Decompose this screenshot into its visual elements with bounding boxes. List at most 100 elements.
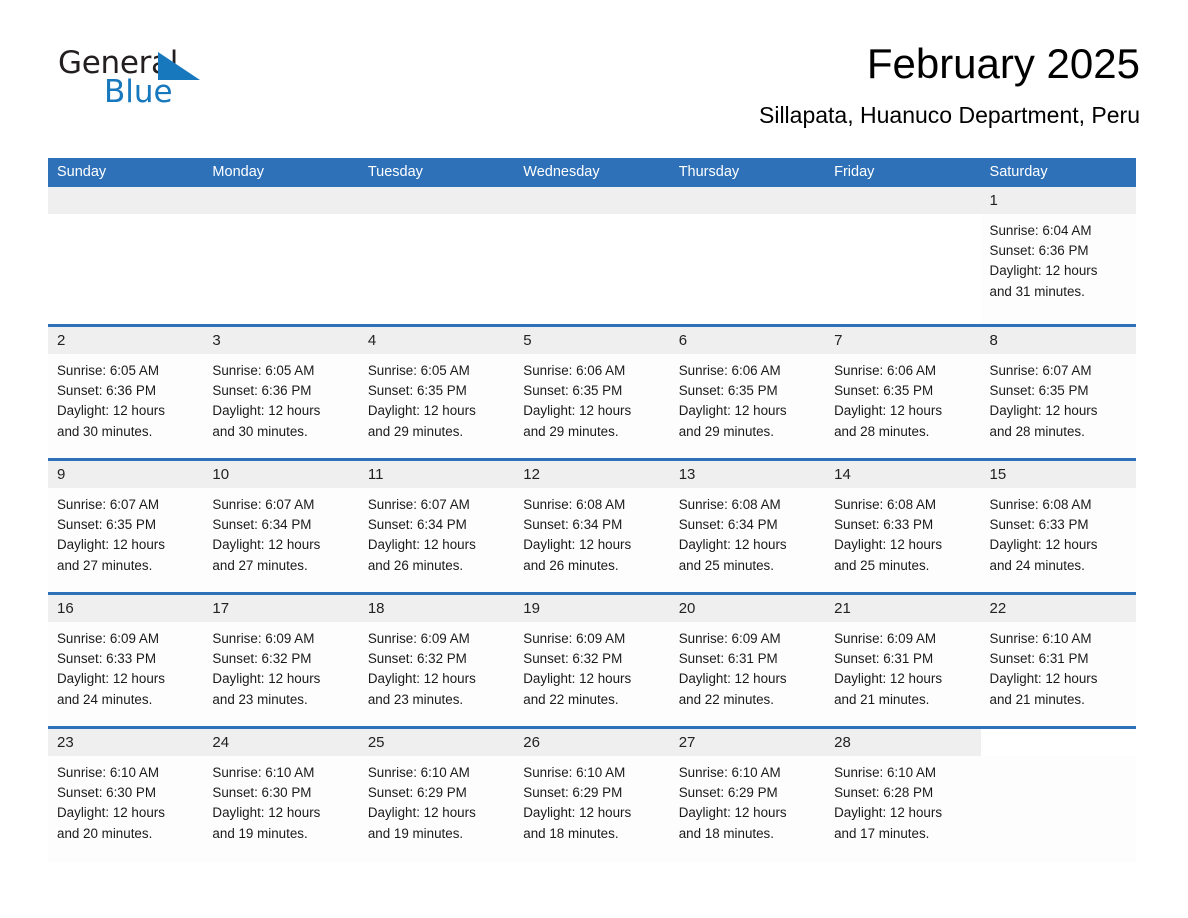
weekday-header-thursday: Thursday — [678, 164, 740, 180]
day-number: 11 — [367, 466, 384, 483]
daynum-band: 5 — [514, 327, 670, 354]
daylight-text-line2: and 17 minutes. — [834, 825, 930, 841]
day-number: 18 — [367, 600, 385, 617]
daylight-text-line2: and 25 minutes. — [834, 557, 930, 573]
day-cell-14[interactable]: 14 Sunrise: 6:08 AM Sunset: 6:33 PM Dayl… — [825, 461, 981, 592]
day-cell-25[interactable]: 25 Sunrise: 6:10 AM Sunset: 6:29 PM Dayl… — [358, 729, 515, 863]
day-cell-9[interactable]: 9 Sunrise: 6:07 AM Sunset: 6:35 PM Dayli… — [48, 461, 204, 592]
day-cell-3[interactable]: 3 Sunrise: 6:05 AM Sunset: 6:36 PM Dayli… — [203, 327, 359, 458]
sunset-text: Sunset: 6:32 PM — [523, 651, 623, 667]
day-cell-1[interactable]: 1 Sunrise: 6:04 AM Sunset: 6:36 PM Dayli… — [980, 187, 1136, 324]
title-block: February 2025 Sillapata, Huanuco Departm… — [759, 0, 1140, 130]
daylight-text-line2: and 29 minutes. — [523, 423, 619, 439]
sunset-text: Sunset: 6:34 PM — [212, 517, 312, 533]
daylight-text-line1: Daylight: 12 hours — [678, 671, 787, 687]
sunset-text: Sunset: 6:31 PM — [678, 651, 778, 667]
daylight-text-line2: and 24 minutes. — [989, 557, 1085, 573]
sunset-text: Sunset: 6:34 PM — [523, 517, 623, 533]
day-cell-8[interactable]: 8 Sunrise: 6:07 AM Sunset: 6:35 PM Dayli… — [980, 327, 1136, 458]
day-cell-24[interactable]: 24 Sunrise: 6:10 AM Sunset: 6:30 PM Dayl… — [203, 729, 359, 863]
day-cell-23[interactable]: 23 Sunrise: 6:10 AM Sunset: 6:30 PM Dayl… — [48, 729, 204, 863]
day-info: Sunrise: 6:10 AM Sunset: 6:28 PM Dayligh… — [825, 756, 980, 844]
day-cell-empty — [203, 187, 359, 324]
daynum-band: 13 — [669, 461, 826, 488]
daynum-band: 11 — [358, 461, 515, 488]
day-cell-27[interactable]: 27 Sunrise: 6:10 AM Sunset: 6:29 PM Dayl… — [669, 729, 826, 863]
day-info: Sunrise: 6:08 AM Sunset: 6:33 PM Dayligh… — [825, 488, 980, 576]
sunset-text: Sunset: 6:36 PM — [212, 383, 312, 399]
day-cell-28[interactable]: 28 Sunrise: 6:10 AM Sunset: 6:28 PM Dayl… — [825, 729, 981, 863]
daynum-band — [48, 187, 204, 214]
day-info: Sunrise: 6:05 AM Sunset: 6:35 PM Dayligh… — [359, 354, 514, 442]
day-cell-13[interactable]: 13 Sunrise: 6:08 AM Sunset: 6:34 PM Dayl… — [669, 461, 826, 592]
daylight-text-line1: Daylight: 12 hours — [989, 263, 1098, 279]
day-number: 14 — [834, 466, 851, 483]
day-info: Sunrise: 6:08 AM Sunset: 6:33 PM Dayligh… — [981, 488, 1136, 576]
sunset-text: Sunset: 6:35 PM — [367, 383, 467, 399]
daylight-text-line2: and 21 minutes. — [989, 691, 1085, 707]
daylight-text-line1: Daylight: 12 hours — [57, 805, 165, 821]
sunrise-text: Sunrise: 6:08 AM — [834, 497, 937, 512]
sunrise-text: Sunrise: 6:07 AM — [367, 497, 470, 512]
day-cell-19[interactable]: 19 Sunrise: 6:09 AM Sunset: 6:32 PM Dayl… — [514, 595, 670, 726]
sunset-text: Sunset: 6:35 PM — [989, 383, 1089, 399]
day-number: 9 — [57, 466, 66, 483]
day-cell-5[interactable]: 5 Sunrise: 6:06 AM Sunset: 6:35 PM Dayli… — [514, 327, 670, 458]
day-cell-18[interactable]: 18 Sunrise: 6:09 AM Sunset: 6:32 PM Dayl… — [358, 595, 515, 726]
daylight-text-line1: Daylight: 12 hours — [367, 671, 476, 687]
sunset-text: Sunset: 6:30 PM — [57, 785, 156, 801]
sunset-text: Sunset: 6:31 PM — [989, 651, 1089, 667]
daynum-band: 7 — [825, 327, 981, 354]
day-cell-2[interactable]: 2 Sunrise: 6:05 AM Sunset: 6:36 PM Dayli… — [48, 327, 204, 458]
day-cell-21[interactable]: 21 Sunrise: 6:09 AM Sunset: 6:31 PM Dayl… — [825, 595, 981, 726]
daynum-band — [980, 729, 1136, 756]
day-info: Sunrise: 6:09 AM Sunset: 6:32 PM Dayligh… — [203, 622, 358, 710]
daylight-text-line1: Daylight: 12 hours — [678, 403, 787, 419]
week-row: 23 Sunrise: 6:10 AM Sunset: 6:30 PM Dayl… — [48, 726, 1136, 863]
day-info: Sunrise: 6:08 AM Sunset: 6:34 PM Dayligh… — [514, 488, 669, 576]
day-number: 16 — [57, 600, 74, 617]
sunrise-text: Sunrise: 6:05 AM — [57, 363, 159, 378]
day-number: 6 — [678, 332, 688, 349]
day-cell-26[interactable]: 26 Sunrise: 6:10 AM Sunset: 6:29 PM Dayl… — [514, 729, 670, 863]
daynum-band: 12 — [514, 461, 670, 488]
daylight-text-line1: Daylight: 12 hours — [57, 537, 165, 553]
daylight-text-line2: and 23 minutes. — [212, 691, 308, 707]
day-info: Sunrise: 6:09 AM Sunset: 6:31 PM Dayligh… — [825, 622, 980, 710]
day-cell-20[interactable]: 20 Sunrise: 6:09 AM Sunset: 6:31 PM Dayl… — [669, 595, 826, 726]
day-cell-empty — [48, 187, 204, 324]
day-number: 22 — [989, 600, 1007, 617]
daynum-band: 17 — [203, 595, 359, 622]
day-cell-17[interactable]: 17 Sunrise: 6:09 AM Sunset: 6:32 PM Dayl… — [203, 595, 359, 726]
daylight-text-line1: Daylight: 12 hours — [834, 537, 943, 553]
day-cell-6[interactable]: 6 Sunrise: 6:06 AM Sunset: 6:35 PM Dayli… — [669, 327, 826, 458]
daylight-text-line2: and 29 minutes. — [678, 423, 774, 439]
day-number: 28 — [834, 734, 851, 751]
daylight-text-line2: and 23 minutes. — [367, 691, 464, 707]
day-number: 21 — [834, 600, 851, 617]
day-cell-11[interactable]: 11 Sunrise: 6:07 AM Sunset: 6:34 PM Dayl… — [358, 461, 515, 592]
daynum-band — [825, 187, 981, 214]
day-cell-10[interactable]: 10 Sunrise: 6:07 AM Sunset: 6:34 PM Dayl… — [203, 461, 359, 592]
day-cell-12[interactable]: 12 Sunrise: 6:08 AM Sunset: 6:34 PM Dayl… — [514, 461, 670, 592]
day-info: Sunrise: 6:09 AM Sunset: 6:32 PM Dayligh… — [359, 622, 514, 710]
day-number: 25 — [367, 734, 385, 751]
logo-text-blue: Blue — [104, 74, 173, 110]
daynum-band: 27 — [669, 729, 826, 756]
day-cell-7[interactable]: 7 Sunrise: 6:06 AM Sunset: 6:35 PM Dayli… — [825, 327, 981, 458]
day-cell-16[interactable]: 16 Sunrise: 6:09 AM Sunset: 6:33 PM Dayl… — [48, 595, 204, 726]
daynum-band: 3 — [203, 327, 359, 354]
day-info: Sunrise: 6:10 AM Sunset: 6:30 PM Dayligh… — [203, 756, 358, 844]
day-cell-4[interactable]: 4 Sunrise: 6:05 AM Sunset: 6:35 PM Dayli… — [358, 327, 515, 458]
daylight-text-line1: Daylight: 12 hours — [367, 537, 476, 553]
daylight-text-line2: and 30 minutes. — [57, 423, 153, 439]
day-cell-22[interactable]: 22 Sunrise: 6:10 AM Sunset: 6:31 PM Dayl… — [980, 595, 1136, 726]
daylight-text-line2: and 22 minutes. — [678, 691, 774, 707]
sunrise-text: Sunrise: 6:09 AM — [834, 631, 937, 646]
day-number: 17 — [212, 600, 230, 617]
daynum-band: 15 — [980, 461, 1136, 488]
day-info: Sunrise: 6:05 AM Sunset: 6:36 PM Dayligh… — [48, 354, 203, 442]
day-number: 7 — [834, 332, 843, 349]
week-row: 16 Sunrise: 6:09 AM Sunset: 6:33 PM Dayl… — [48, 592, 1136, 726]
day-cell-15[interactable]: 15 Sunrise: 6:08 AM Sunset: 6:33 PM Dayl… — [980, 461, 1136, 592]
